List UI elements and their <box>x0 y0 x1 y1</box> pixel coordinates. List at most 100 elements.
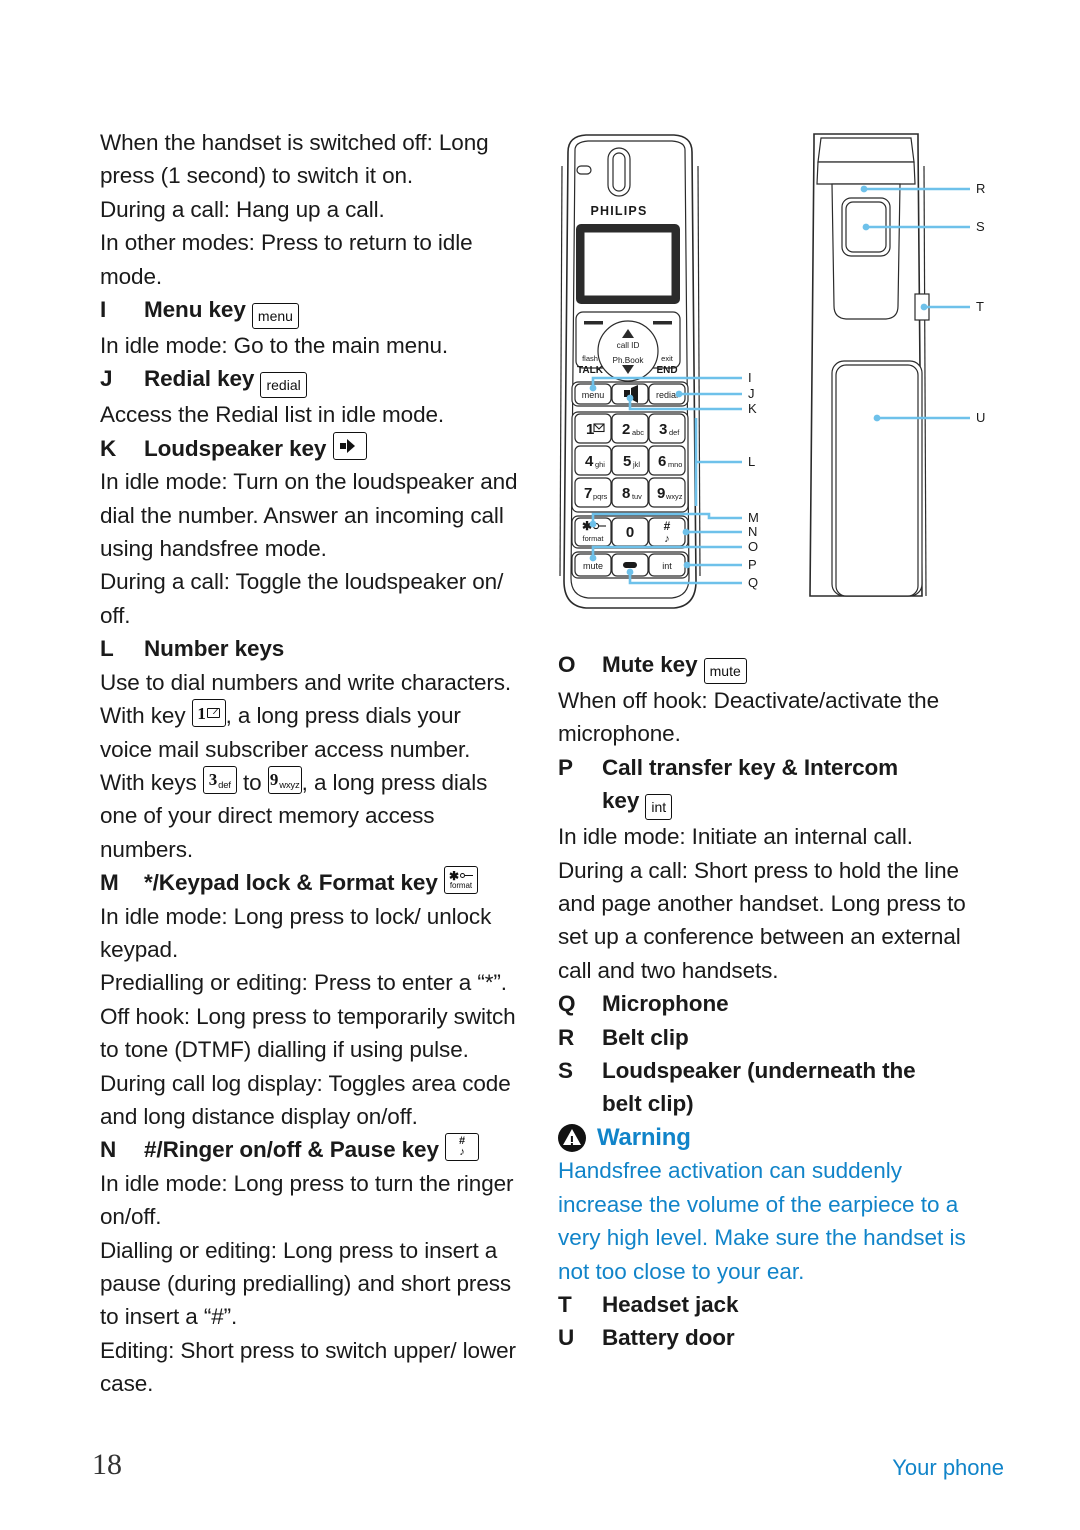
entry-U-heading: U Battery door <box>558 1321 988 1354</box>
handset-diagram: .ol { fill:#ffffff; stroke:#2b2b2b; stro… <box>546 126 1016 626</box>
entry-L-inline-1: With key 1, a long press dials your <box>100 699 530 732</box>
callout-T: T <box>976 299 984 314</box>
callout-N: N <box>748 524 757 539</box>
svg-text:5: 5 <box>623 453 631 470</box>
entry-T-letter: T <box>558 1291 572 1317</box>
svg-text:2: 2 <box>622 421 630 438</box>
entry-M-title: */Keypad lock & Format key <box>144 870 438 896</box>
svg-text:abc: abc <box>632 428 644 437</box>
entry-S-heading: S Loudspeaker (underneath the <box>558 1054 988 1087</box>
entry-R-heading: R Belt clip <box>558 1021 988 1054</box>
mute-key-chip: mute <box>703 658 747 684</box>
left-text-column: When the handset is switched off: Long p… <box>100 126 530 1401</box>
warning-triangle-icon <box>558 1123 586 1152</box>
mute-key-label: mute <box>583 561 603 571</box>
entry-L-inline2-suffix: , a long press dials <box>301 769 488 795</box>
entry-T-heading: T Headset jack <box>558 1288 988 1321</box>
entry-N-title: #/Ringer on/off & Pause key <box>144 1137 439 1163</box>
entry-R-letter: R <box>558 1024 575 1050</box>
svg-text:♪: ♪ <box>664 533 670 545</box>
entry-P-title-line2: key <box>602 788 640 814</box>
entry-M-body-4: During call log display: Toggles area co… <box>100 1070 511 1129</box>
nav-down-label: Ph.Book <box>613 356 645 365</box>
menu-key-label: menu <box>582 390 605 400</box>
exit-label: exit <box>661 354 674 363</box>
entry-L-letter: L <box>100 636 114 662</box>
callout-U: U <box>976 410 985 425</box>
key-9-letters: wxyz <box>279 780 300 792</box>
entry-L-inline2-prefix: With keys <box>100 769 197 795</box>
entry-L-heading: L Number keys <box>100 632 530 665</box>
keypad-numeric: 1 2 abc 3 def 4 ghi 5 jkl 6 mno 7 pqrs 8… <box>574 413 686 508</box>
svg-text:tuv: tuv <box>632 492 642 501</box>
nav-up-label: call ID <box>617 341 640 350</box>
entry-J-body-1: Access the Redial list in idle mode. <box>100 402 445 428</box>
envelope-icon <box>206 708 220 719</box>
entry-P-heading-line2: key int <box>558 784 988 821</box>
svg-text:def: def <box>669 428 680 437</box>
entry-K-heading: K Loudspeaker key <box>100 431 530 465</box>
entry-J-letter: J <box>100 366 113 392</box>
entry-U-title: Battery door <box>602 1325 735 1351</box>
loudspeaker-key-chip <box>332 431 367 460</box>
entry-M-heading: M */Keypad lock & Format key ✱ format <box>100 866 530 899</box>
entry-L-inline-2: With keys 3 def to 9 wxyz, a long press di… <box>100 765 530 799</box>
callout-L: L <box>748 454 755 469</box>
callout-J: J <box>748 386 755 401</box>
entry-Q-title: Microphone <box>602 991 729 1017</box>
entry-S-title: Loudspeaker (underneath the <box>602 1058 916 1084</box>
entry-N-letter: N <box>100 1137 117 1163</box>
entry-Q-letter: Q <box>558 991 576 1017</box>
format-key-label: format <box>583 534 604 543</box>
handset-front-view: PHILIPS call ID Ph.Book flash TALK exit … <box>559 134 701 609</box>
entry-L-body-1: Use to dial numbers and write characters… <box>100 669 512 695</box>
callout-S: S <box>976 219 985 234</box>
svg-text:1: 1 <box>586 421 594 438</box>
key-3-digit: 3 <box>208 770 218 790</box>
entry-N-body-1: In idle mode: Long press to turn the rin… <box>100 1170 514 1230</box>
callout-P: P <box>748 557 757 572</box>
brand-label: PHILIPS <box>590 204 647 218</box>
int-key-chip: int <box>645 794 673 821</box>
entry-L-inline1-suffix: , a long press dials your <box>225 703 461 729</box>
entry-P-title: Call transfer key & Intercom <box>602 754 899 780</box>
entry-T-title: Headset jack <box>602 1291 739 1317</box>
entry-P-body-1: In idle mode: Initiate an internal call. <box>558 824 913 850</box>
entry-J-heading: J Redial key redial <box>100 362 530 399</box>
redial-key-label: redial <box>656 390 678 400</box>
entry-N-heading: N #/Ringer on/off & Pause key # ♪ <box>100 1133 530 1166</box>
warning-heading: Warning <box>558 1121 988 1154</box>
entry-O-body-1: When off hook: Deactivate/activate the m… <box>558 688 940 747</box>
key-3-chip: 3 def <box>202 765 237 794</box>
key-lock-icon <box>459 872 473 880</box>
callout-O: O <box>748 539 758 554</box>
svg-text:7: 7 <box>584 485 592 502</box>
int-key-label: int <box>662 561 672 571</box>
entry-K-body-2: During a call: Toggle the loudspeaker on… <box>100 569 504 628</box>
manual-page: .ol { fill:#ffffff; stroke:#2b2b2b; stro… <box>0 0 1080 1530</box>
warning-body: Handsfree activation can suddenly increa… <box>558 1158 966 1284</box>
star-format-key-chip: ✱ format <box>443 866 478 895</box>
svg-text:3: 3 <box>659 421 667 438</box>
footer-section-label: Your phone <box>892 1455 1004 1480</box>
entry-M-body-3: Off hook: Long press to temporarily swit… <box>100 1003 516 1063</box>
entry-K-title: Loudspeaker key <box>144 435 327 461</box>
redial-key-chip: redial <box>260 372 307 399</box>
key-9-chip: 9 wxyz <box>267 765 302 794</box>
ringer-off-icon: ♪ <box>459 1146 465 1159</box>
svg-text:6: 6 <box>658 453 666 470</box>
key-9-digit: 9 <box>269 770 279 790</box>
callout-K: K <box>748 401 757 416</box>
entry-S-letter: S <box>558 1058 573 1084</box>
entry-O-title: Mute key <box>602 652 698 677</box>
format-chip-label: format <box>449 881 472 891</box>
entry-I-title: Menu key <box>144 297 246 323</box>
svg-text:ghi: ghi <box>595 460 605 469</box>
callout-R: R <box>976 181 985 196</box>
svg-text:8: 8 <box>622 485 630 502</box>
entry-L-title: Number keys <box>144 636 285 662</box>
svg-text:9: 9 <box>657 485 665 502</box>
flash-label: flash <box>582 354 598 363</box>
svg-text:jkl: jkl <box>632 460 640 469</box>
entry-N-body-2: Dialling or editing: Long press to inser… <box>100 1237 512 1330</box>
